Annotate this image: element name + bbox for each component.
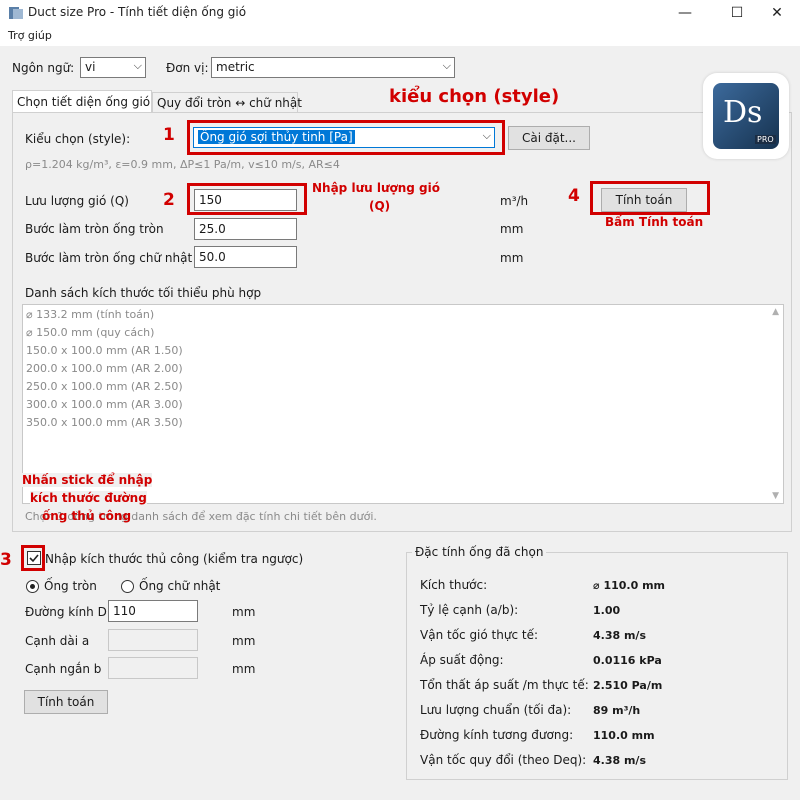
radio-rect-label: Ống chữ nhật [139, 579, 221, 593]
annotation-number-1: 1 [163, 125, 175, 145]
radio-round-label: Ống tròn [44, 579, 97, 593]
tab-select-duct[interactable]: Chọn tiết diện ống gió [12, 90, 152, 112]
diameter-label: Đường kính D [25, 605, 107, 619]
side-a-label: Cạnh dài a [25, 634, 90, 648]
prop-equiv-velocity-label: Vận tốc quy đổi (theo Deq): [420, 753, 587, 767]
tab-convert[interactable]: Quy đổi tròn ↔ chữ nhật [152, 92, 302, 112]
list-item[interactable]: 150.0 x 100.0 mm (AR 1.50) [26, 344, 183, 357]
radio-dot-icon [30, 584, 35, 589]
style-params: ρ=1.204 kg/m³, ε=0.9 mm, ΔP≤1 Pa/m, v≤10… [25, 158, 340, 171]
prop-dynamic-pressure-value: 0.0116 kPa [593, 654, 662, 667]
flow-unit: m³/h [500, 194, 529, 208]
diameter-unit: mm [232, 605, 256, 619]
list-item[interactable]: 200.0 x 100.0 mm (AR 2.00) [26, 362, 183, 375]
results-title: Danh sách kích thước tối thiểu phù hợp [25, 286, 262, 300]
scroll-up-icon[interactable]: ▲ [772, 307, 779, 317]
highlight-flow-input [187, 183, 307, 215]
unit-value: metric [216, 60, 255, 74]
rect-step-unit: mm [500, 251, 524, 265]
annotation-manual-note-2: kích thước đường [30, 491, 147, 505]
prop-equiv-diameter-value: 110.0 mm [593, 729, 655, 742]
rect-step-input[interactable]: 50.0 [194, 246, 297, 268]
annotation-number-2: 2 [163, 190, 175, 210]
side-a-input[interactable] [108, 629, 198, 651]
list-item[interactable]: 250.0 x 100.0 mm (AR 2.50) [26, 380, 183, 393]
chevron-down-icon: ⌵ [442, 59, 451, 72]
annotation-style-heading: kiểu chọn (style) [389, 86, 560, 107]
round-step-unit: mm [500, 222, 524, 236]
app-logo: Ds PRO [703, 73, 789, 159]
annotation-manual-note-1: Nhấn stick để nhập [22, 473, 153, 487]
prop-equiv-diameter-label: Đường kính tương đương: [420, 728, 574, 742]
annotation-manual-note-3: ống thủ công [42, 509, 132, 523]
annotation-calc-note: Bấm Tính toán [605, 215, 704, 229]
unit-select[interactable]: metric ⌵ [211, 57, 455, 78]
properties-title: Đặc tính ống đã chọn [412, 545, 547, 559]
radio-round[interactable] [26, 580, 39, 593]
highlight-manual-checkbox [21, 545, 45, 571]
close-button[interactable]: ✕ [754, 0, 800, 26]
rect-step-label: Bước làm tròn ống chữ nhật [25, 251, 193, 265]
scroll-down-icon[interactable]: ▼ [772, 491, 779, 501]
language-label: Ngôn ngữ: [12, 61, 75, 75]
manual-calculate-button[interactable]: Tính toán [24, 690, 108, 714]
list-item[interactable]: ⌀ 133.2 mm (tính toán) [26, 308, 154, 321]
side-a-unit: mm [232, 634, 256, 648]
prop-dynamic-pressure-label: Áp suất động: [420, 653, 504, 667]
side-b-input[interactable] [108, 657, 198, 679]
list-item[interactable]: ⌀ 150.0 mm (quy cách) [26, 326, 154, 339]
prop-velocity-label: Vận tốc gió thực tế: [420, 628, 539, 642]
menu-bar [0, 26, 800, 46]
diameter-input[interactable]: 110 [108, 600, 198, 622]
side-b-label: Cạnh ngắn b [25, 662, 102, 676]
annotation-number-3: 3 [0, 550, 12, 570]
language-select[interactable]: vi ⌵ [80, 57, 146, 78]
list-item[interactable]: 350.0 x 100.0 mm (AR 3.50) [26, 416, 183, 429]
prop-pressure-loss-value: 2.510 Pa/m [593, 679, 663, 692]
unit-label: Đơn vị: [166, 61, 209, 75]
chevron-down-icon: ⌵ [133, 59, 142, 72]
prop-velocity-value: 4.38 m/s [593, 629, 646, 642]
highlight-style-select [187, 120, 505, 155]
round-step-label: Bước làm tròn ống tròn [25, 222, 164, 236]
annotation-number-4: 4 [568, 186, 580, 206]
prop-pressure-loss-label: Tổn thất áp suất /m thực tế: [420, 678, 589, 692]
annotation-flow-note-2: (Q) [369, 199, 391, 213]
round-step-input[interactable]: 25.0 [194, 218, 297, 240]
annotation-flow-note-1: Nhập lưu lượng gió [312, 181, 440, 195]
radio-rect[interactable] [121, 580, 134, 593]
list-item[interactable]: 300.0 x 100.0 mm (AR 3.00) [26, 398, 183, 411]
side-b-unit: mm [232, 662, 256, 676]
app-icon [8, 5, 24, 21]
prop-equiv-velocity-value: 4.38 m/s [593, 754, 646, 767]
logo-text: Ds [723, 95, 763, 130]
prop-ratio-value: 1.00 [593, 604, 621, 617]
minimize-button[interactable]: — [662, 0, 708, 26]
logo-badge: PRO [755, 135, 776, 144]
prop-size-value: ⌀ 110.0 mm [593, 579, 665, 592]
prop-ratio-label: Tỷ lệ cạnh (a/b): [420, 603, 519, 617]
style-label: Kiểu chọn (style): [25, 132, 131, 146]
highlight-calculate-button [590, 181, 710, 215]
menu-help[interactable]: Trợ giúp [8, 29, 52, 42]
prop-standard-flow-value: 89 m³/h [593, 704, 641, 717]
language-value: vi [85, 60, 96, 74]
prop-size-label: Kích thước: [420, 578, 488, 592]
prop-standard-flow-label: Lưu lượng chuẩn (tối đa): [420, 703, 572, 717]
flow-label: Lưu lượng gió (Q) [25, 194, 129, 208]
manual-checkbox-label: Nhập kích thước thủ công (kiểm tra ngược… [45, 552, 304, 566]
window-title: Duct size Pro - Tính tiết diện ống gió [28, 5, 247, 19]
settings-button[interactable]: Cài đặt... [508, 126, 590, 150]
